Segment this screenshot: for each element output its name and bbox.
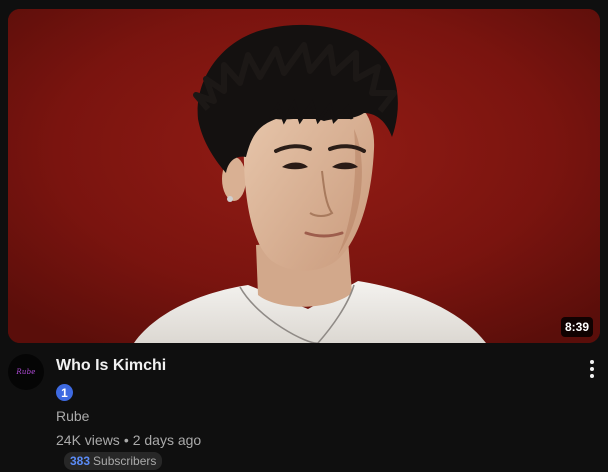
channel-name[interactable]: Rube (56, 406, 556, 426)
channel-avatar[interactable]: Rube (8, 354, 44, 390)
thumbnail-portrait (8, 9, 600, 343)
menu-dot (590, 360, 594, 364)
video-stats: 24K views • 2 days ago (56, 430, 556, 450)
menu-dot (590, 374, 594, 378)
video-thumbnail[interactable]: 8:39 (8, 9, 600, 343)
video-card: 8:39 Rube Who Is Kimchi 1 Rube 24K views… (0, 0, 608, 472)
subscriber-label: Subscribers (93, 454, 157, 468)
subscriber-count: 383 (70, 454, 91, 468)
upload-age: 2 days ago (132, 432, 202, 448)
avatar-logo-text: Rube (16, 368, 36, 376)
video-title[interactable]: Who Is Kimchi (56, 355, 556, 377)
video-meta: Who Is Kimchi 1 Rube 24K views • 2 days ag… (56, 355, 556, 470)
number-badge-icon: 1 (56, 384, 73, 401)
separator-dot: • (123, 432, 129, 448)
view-count: 24K views (56, 432, 120, 448)
more-vert-icon[interactable] (582, 358, 602, 380)
menu-dot (590, 367, 594, 371)
video-duration: 8:39 (560, 317, 593, 337)
subscriber-badge: 383 Subscribers (64, 452, 163, 470)
